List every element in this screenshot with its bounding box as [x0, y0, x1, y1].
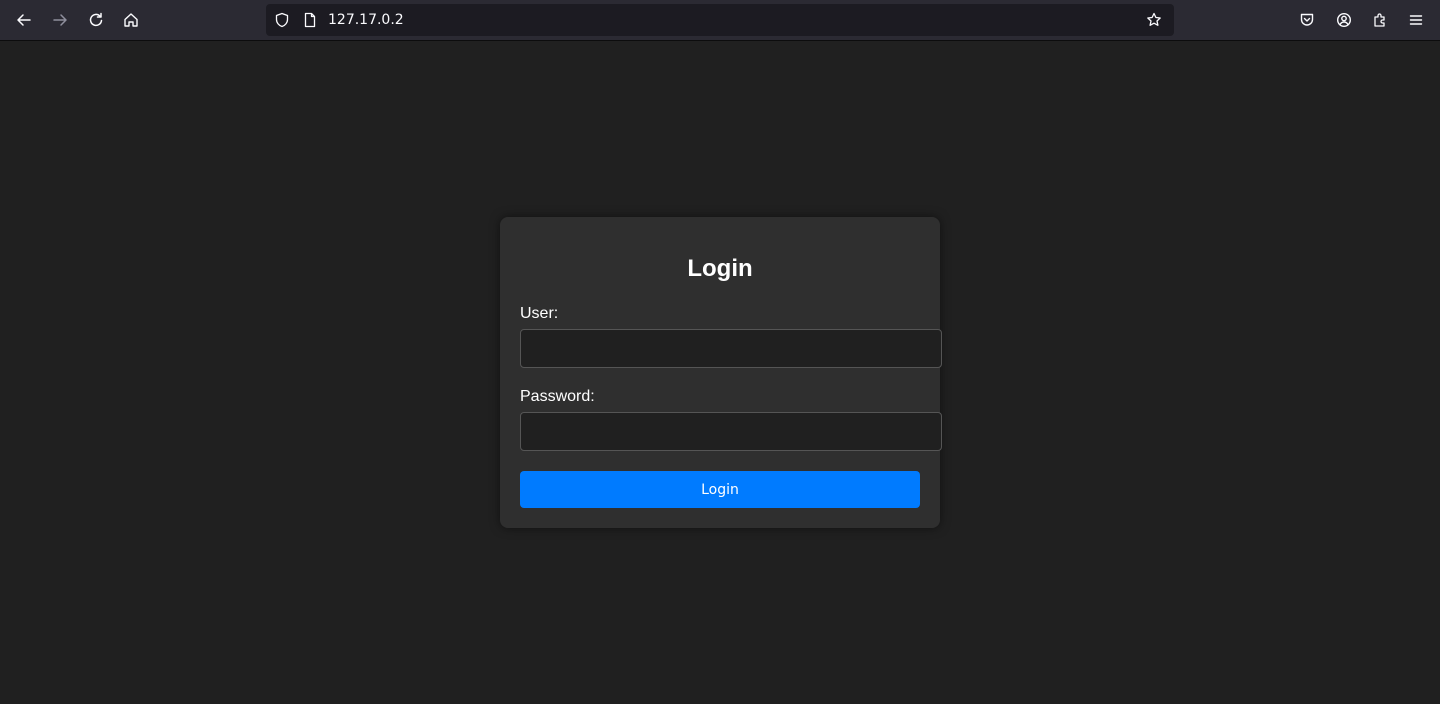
browser-toolbar: [0, 0, 1440, 41]
back-arrow-icon: [17, 14, 31, 26]
home-button[interactable]: [117, 6, 145, 34]
back-button[interactable]: [10, 6, 38, 34]
forward-arrow-icon: [53, 14, 67, 26]
extensions-button[interactable]: [1366, 6, 1394, 34]
reload-icon: [89, 12, 103, 27]
user-label: User:: [520, 305, 559, 322]
reload-button[interactable]: [82, 6, 110, 34]
menu-button[interactable]: [1402, 6, 1430, 34]
login-title: Login: [687, 255, 753, 282]
login-button[interactable]: Login: [520, 471, 920, 508]
pocket-icon: [1300, 13, 1314, 26]
forward-button[interactable]: [46, 6, 74, 34]
hamburger-menu-icon: [1409, 15, 1423, 25]
login-card: Login User: Password: Login: [500, 217, 942, 528]
account-button[interactable]: [1330, 6, 1358, 34]
home-icon: [124, 13, 138, 27]
page-viewport: Login User: Password: Login: [0, 41, 1440, 704]
password-label: Password:: [520, 388, 595, 405]
star-icon[interactable]: [1146, 12, 1162, 28]
url-input[interactable]: [328, 4, 1128, 36]
page-icon[interactable]: [302, 12, 318, 28]
shield-icon[interactable]: [274, 12, 290, 28]
url-bar[interactable]: [266, 4, 1174, 36]
password-input[interactable]: [520, 412, 942, 451]
user-input[interactable]: [520, 329, 942, 368]
pocket-button[interactable]: [1293, 6, 1321, 34]
account-icon: [1336, 12, 1352, 28]
puzzle-icon: [1374, 13, 1385, 27]
